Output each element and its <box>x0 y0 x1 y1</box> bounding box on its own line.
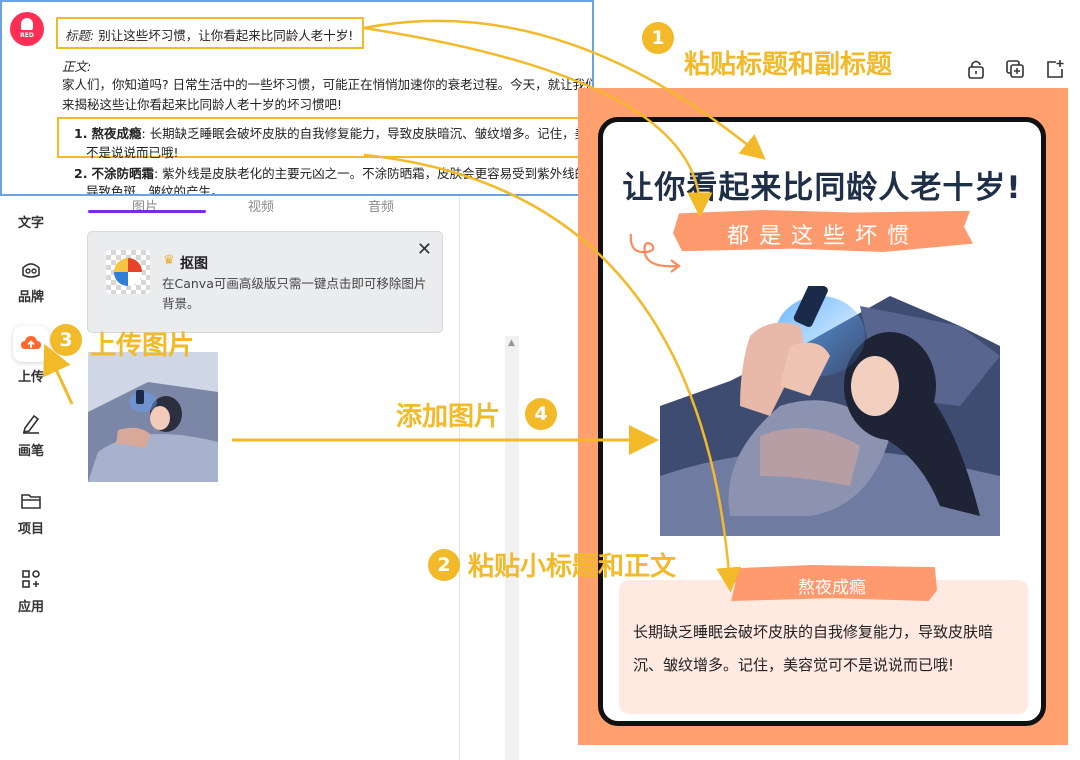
title-highlight-box: 标题: 别让这些坏习惯，让你看起来比同龄人老十岁! <box>56 17 364 49</box>
body-line: 家人们，你知道吗? 日常生活中的一些坏习惯，可能正在悄悄加速你的衰老过程。今天，… <box>62 77 594 92</box>
step-label: 粘贴小标题和正文 <box>468 552 677 582</box>
step-label: 添加图片 <box>396 402 501 432</box>
step-label: 上传图片 <box>90 331 195 361</box>
uploaded-image-thumbnail[interactable] <box>88 352 218 482</box>
source-title: 标题: 别让这些坏习惯，让你看起来比同龄人老十岁! <box>65 28 354 43</box>
pen-icon <box>22 414 40 434</box>
canvas-toolbar <box>960 58 1070 82</box>
rail-item-brand[interactable]: 品牌 <box>0 258 62 305</box>
rail-item-label: 项目 <box>17 522 44 537</box>
folder-icon <box>21 494 41 509</box>
close-icon[interactable]: ✕ <box>417 239 432 260</box>
panel-tabs: 图片 视频 音频 <box>88 196 428 215</box>
rail-item-label: 应用 <box>17 600 44 615</box>
brand-icon <box>22 263 40 278</box>
rail-item-label: 品牌 <box>17 290 44 305</box>
girl-phone-illustration[interactable] <box>660 286 1000 536</box>
duplicate-icon[interactable] <box>1004 58 1026 80</box>
step-badge: 1 <box>642 22 674 54</box>
upload-cloud-icon <box>21 336 41 349</box>
apps-icon <box>22 570 40 588</box>
scroll-up-icon[interactable]: ▲ <box>508 338 515 348</box>
list-item-continued: 导致色斑、皱纹的产生。 <box>86 184 224 196</box>
list-item: 2. 不涂防晒霜: 紫外线是皮肤老化的主要元凶之一。不涂防晒霜，皮肤会更容易受到… <box>74 166 594 181</box>
design-section-title[interactable]: 熬夜成瘾 <box>727 573 937 598</box>
step-label: 粘贴标题和副标题 <box>684 50 893 80</box>
design-card[interactable]: 让你看起来比同龄人老十岁! 都是这些坏惯 长期缺乏睡眠会破坏皮肤的自我修复能力，… <box>598 117 1046 726</box>
body-line: 来揭秘这些让你看起来比同龄人老十岁的坏习惯吧! <box>62 97 343 112</box>
tab-audio[interactable]: 音频 <box>368 196 394 215</box>
rail-item-label: 文字 <box>17 216 44 231</box>
add-page-icon[interactable] <box>1044 58 1066 80</box>
design-title[interactable]: 让你看起来比同龄人老十岁! <box>603 162 1041 207</box>
rail-item-pen[interactable]: 画笔 <box>0 412 62 459</box>
rail-item-text[interactable]: 文字 <box>0 212 62 231</box>
beach-ball-icon <box>114 258 142 286</box>
beach-ball-thumbnail <box>106 250 150 294</box>
tab-videos[interactable]: 视频 <box>248 196 274 215</box>
lock-icon[interactable] <box>965 58 987 80</box>
list-item-continued: 不是说说而已哦! <box>86 145 179 160</box>
rail-item-label: 画笔 <box>17 444 44 459</box>
source-text-card: RED 标题: 别让这些坏习惯，让你看起来比同龄人老十岁! 正文: 家人们，你知… <box>0 0 594 196</box>
list-item: 1. 熬夜成瘾: 长期缺乏睡眠会破坏皮肤的自我修复能力，导致皮肤暗沉、皱纹增多。… <box>74 126 594 141</box>
rail-item-apps[interactable]: 应用 <box>0 568 62 615</box>
girl-with-phone-image <box>88 352 218 482</box>
step-badge: 2 <box>428 549 460 581</box>
active-tab-indicator <box>88 210 206 213</box>
rail-item-projects[interactable]: 项目 <box>0 490 62 537</box>
upload-button[interactable] <box>13 326 49 362</box>
crown-icon: ♛ <box>163 253 175 268</box>
curly-arrow-decoration <box>629 233 681 273</box>
step-badge: 4 <box>525 398 557 430</box>
design-subtitle[interactable]: 都是这些坏惯 <box>673 218 973 250</box>
canva-editor: 文字 品牌 上传 画笔 项目 应用 图片 视频 音频 ♛ 抠图 在Canva可画… <box>0 0 1080 760</box>
step-badge: 3 <box>50 324 82 356</box>
design-body-text[interactable]: 长期缺乏睡眠会破坏皮肤的自我修复能力，导致皮肤暗沉、皱纹增多。记住，美容觉可不是… <box>633 616 1017 682</box>
notice-title: 抠图 <box>180 256 208 272</box>
background-remover-notice: ♛ 抠图 在Canva可画高级版只需一键点击即可移除图片背景。 ✕ <box>87 231 443 333</box>
xiaohongshu-logo: RED <box>10 12 44 46</box>
notice-text: 在Canva可画高级版只需一键点击即可移除图片背景。 <box>162 276 427 311</box>
rail-item-label: 上传 <box>17 370 44 385</box>
body-text-box[interactable]: 长期缺乏睡眠会破坏皮肤的自我修复能力，导致皮肤暗沉、皱纹增多。记住，美容觉可不是… <box>619 580 1028 714</box>
body-label: 正文: <box>62 59 92 74</box>
